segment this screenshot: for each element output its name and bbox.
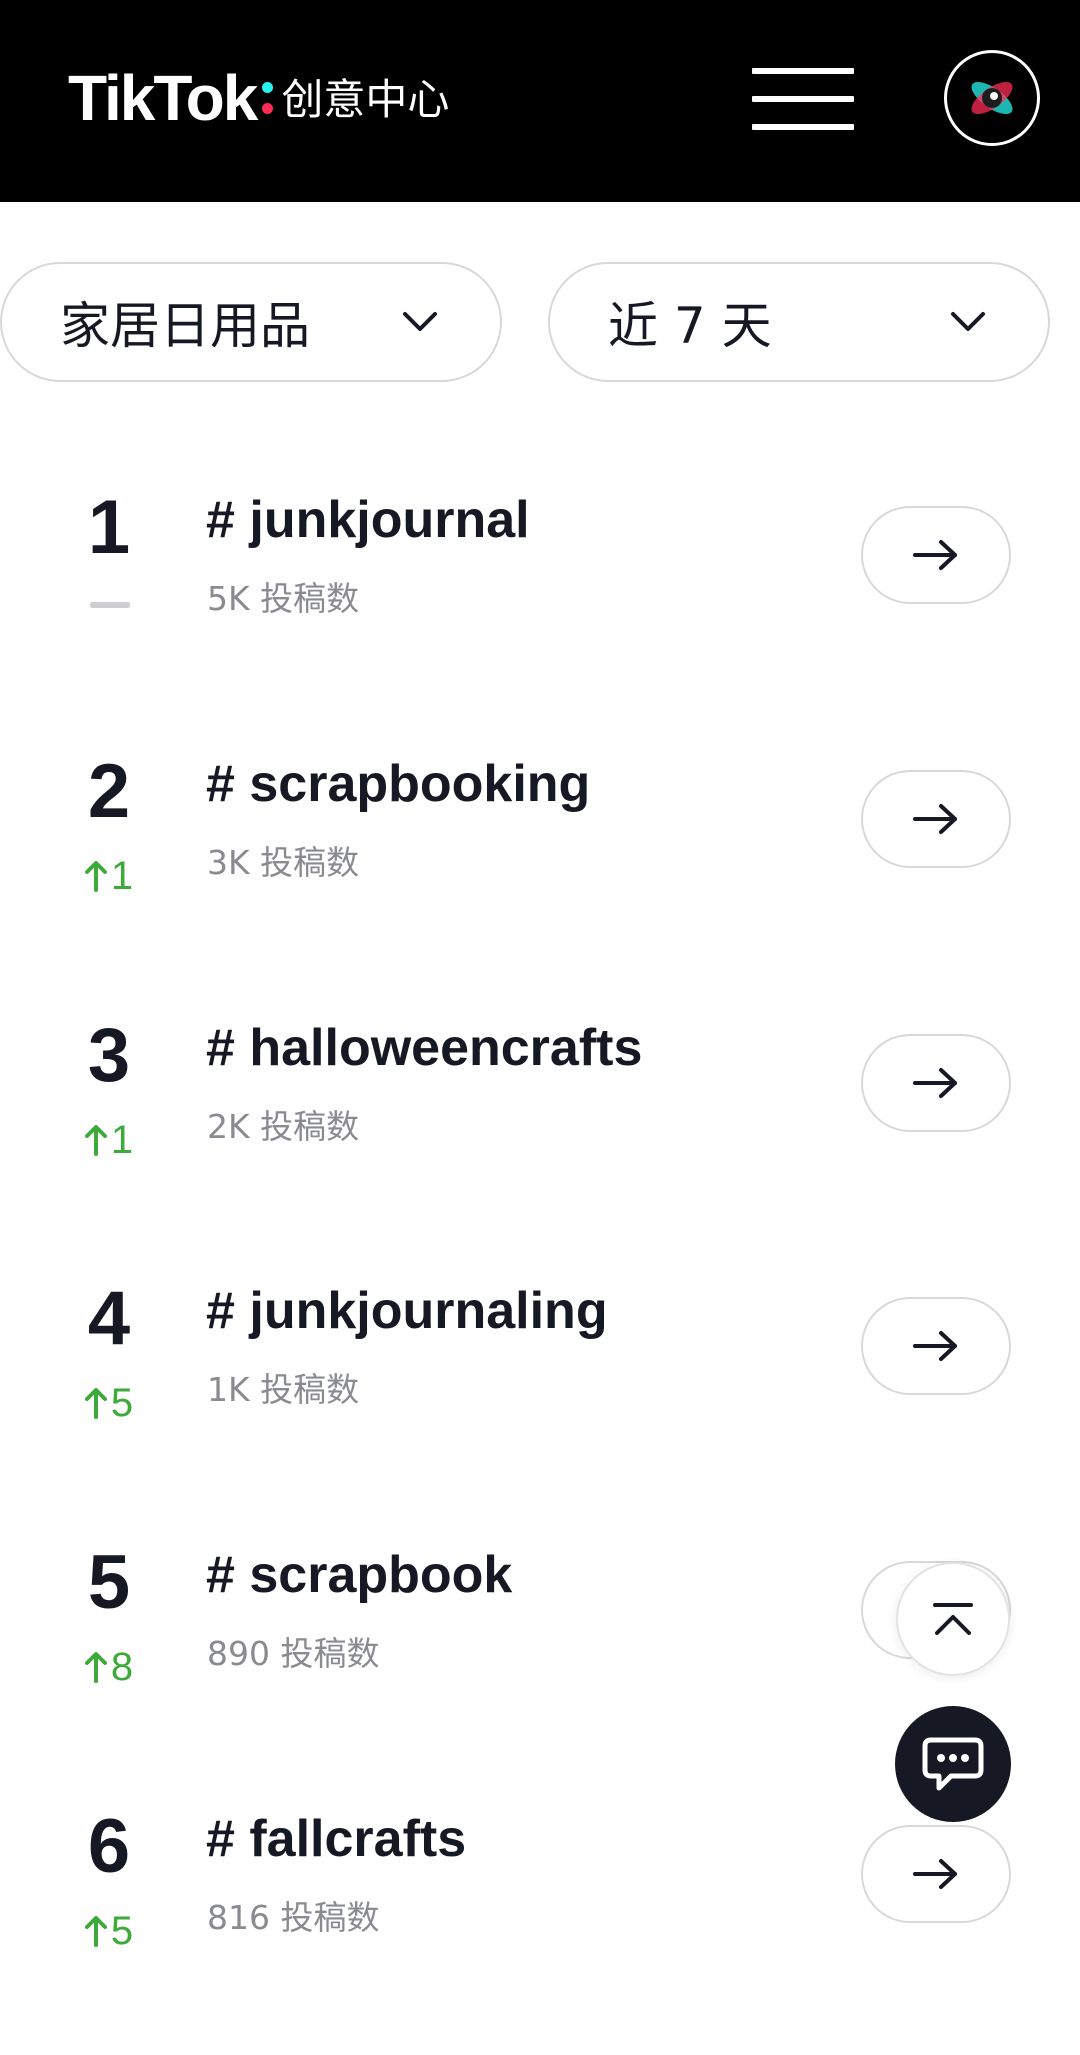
hashtag-detail-button[interactable] [861,506,1011,604]
trend-up-icon [84,1652,107,1683]
hashtag-name[interactable]: # scrapbook [206,1546,512,1604]
avatar-button[interactable] [944,50,1040,146]
hashtag-detail-button[interactable] [861,1034,1011,1132]
hashtag-detail-button[interactable] [861,1825,1011,1923]
rank-number: 6 [87,1804,131,1889]
post-count: 2K 投稿数 [207,1107,360,1146]
rank-number: 1 [87,485,131,570]
chat-bubble-icon [922,1737,984,1791]
ranking-row[interactable]: 4 5 # junkjournaling 1K 投稿数 [0,1281,1080,1481]
trend-up-icon [84,1916,107,1947]
rank-change: 1 [66,1120,152,1160]
ranking-row[interactable]: 3 1 # halloweencrafts 2K 投稿数 [0,1018,1080,1218]
category-filter-label: 家居日用品 [60,297,310,355]
rank-change-value: 5 [110,1909,134,1953]
chevron-down-icon [403,312,437,331]
rank-change: 5 [66,1383,152,1423]
rank-change: 8 [66,1647,152,1687]
arrow-right-icon [913,540,957,570]
chat-support-button[interactable] [895,1706,1011,1822]
post-count: 5K 投稿数 [207,579,360,618]
hashtag-detail-button[interactable] [861,770,1011,868]
rank-change: 5 [66,1911,152,1951]
no-change-indicator [90,602,130,608]
hashtag-name[interactable]: # junkjournaling [206,1282,608,1340]
post-count: 3K 投稿数 [207,843,360,882]
post-count: 816 投稿数 [207,1898,380,1937]
rank-number: 5 [87,1540,131,1625]
post-count: 890 投稿数 [207,1634,380,1673]
logo-subtitle: 创意中心 [281,75,450,124]
trend-up-icon [84,1388,107,1419]
rank-change: 1 [66,856,152,896]
ranking-row[interactable]: 2 1 # scrapbooking 3K 投稿数 [0,754,1080,954]
top-bar: TikTok 创意中心 [0,0,1080,202]
rank-number: 4 [87,1276,131,1361]
rank-change-value: 1 [110,854,134,898]
hashtag-name[interactable]: # halloweencrafts [206,1019,642,1077]
arrow-right-icon [913,1068,957,1098]
arrow-right-icon [913,804,957,834]
rank-change-value: 1 [110,1118,134,1162]
logo-wordmark: TikTok [68,62,258,134]
arrow-right-icon [913,1331,957,1361]
rank-change-value: 8 [110,1645,134,1689]
back-to-top-icon [933,1603,973,1635]
logo-dot-cyan [262,82,274,93]
chevron-down-icon [951,312,985,331]
rank-number: 2 [87,749,131,834]
trend-up-icon [84,1125,107,1156]
hashtag-name[interactable]: # fallcrafts [206,1810,466,1868]
hamburger-menu-icon[interactable] [752,66,854,132]
period-filter-label: 近 7 天 [608,297,772,355]
post-count: 1K 投稿数 [207,1370,360,1409]
creative-center-avatar-icon [971,81,1013,115]
hashtag-name[interactable]: # scrapbooking [206,755,590,813]
period-filter-dropdown[interactable]: 近 7 天 [548,262,1050,382]
arrow-right-icon [913,1859,957,1889]
rank-change-value: 5 [110,1381,134,1425]
rank-number: 3 [87,1013,131,1098]
logo-dot-pink [262,103,274,114]
ranking-row[interactable]: 6 5 # fallcrafts 816 投稿数 [0,1809,1080,2009]
hashtag-detail-button[interactable] [861,1297,1011,1395]
logo-colon-dots [262,82,274,114]
category-filter-dropdown[interactable]: 家居日用品 [0,262,502,382]
trend-up-icon [84,861,107,892]
hashtag-name[interactable]: # junkjournal [206,491,530,549]
ranking-row[interactable]: 1 # junkjournal 5K 投稿数 [0,490,1080,690]
back-to-top-button[interactable] [896,1562,1010,1676]
tiktok-creative-center-logo[interactable]: TikTok 创意中心 [68,58,449,138]
